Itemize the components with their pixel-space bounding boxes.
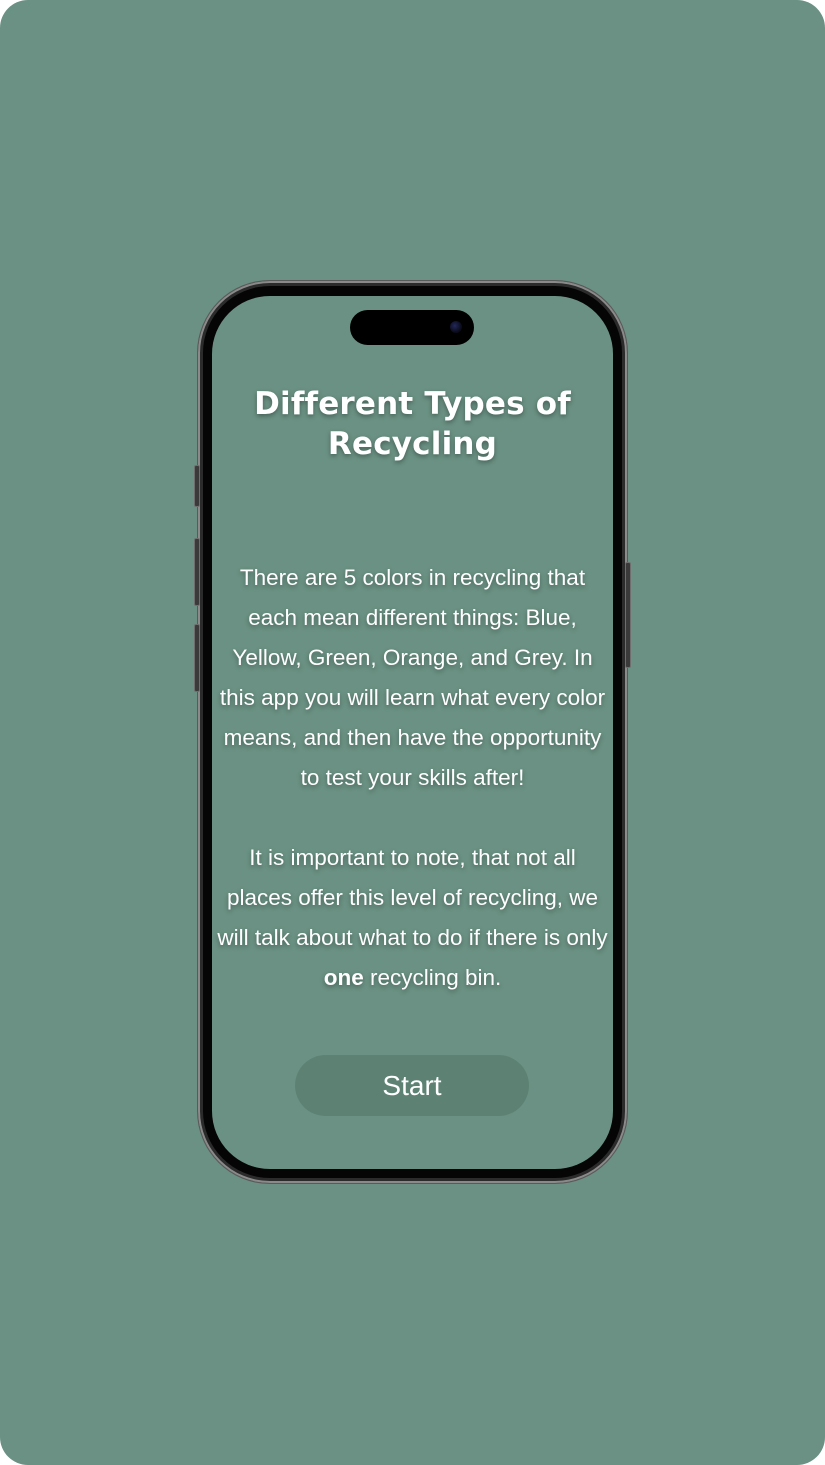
power-button	[625, 562, 631, 668]
note-text-start: It is important to note, that not all pl…	[217, 845, 608, 950]
volume-up-button	[194, 538, 200, 606]
page-title: Different Types of Recycling	[254, 386, 571, 462]
start-button[interactable]: Start	[295, 1055, 529, 1116]
dynamic-island	[350, 310, 474, 345]
app-screen: Different Types of Recycling There are 5…	[212, 296, 613, 1169]
page-background: Different Types of Recycling There are 5…	[0, 0, 825, 1465]
action-button	[194, 465, 200, 507]
camera-icon	[450, 321, 462, 333]
note-emphasis: one	[323, 965, 364, 990]
phone-frame: Different Types of Recycling There are 5…	[194, 281, 631, 1183]
intro-text: There are 5 colors in recycling that eac…	[216, 558, 609, 998]
note-text-end: recycling bin.	[363, 965, 502, 990]
note-paragraph: It is important to note, that not all pl…	[216, 838, 609, 998]
intro-paragraph: There are 5 colors in recycling that eac…	[219, 565, 606, 790]
volume-down-button	[194, 624, 200, 692]
